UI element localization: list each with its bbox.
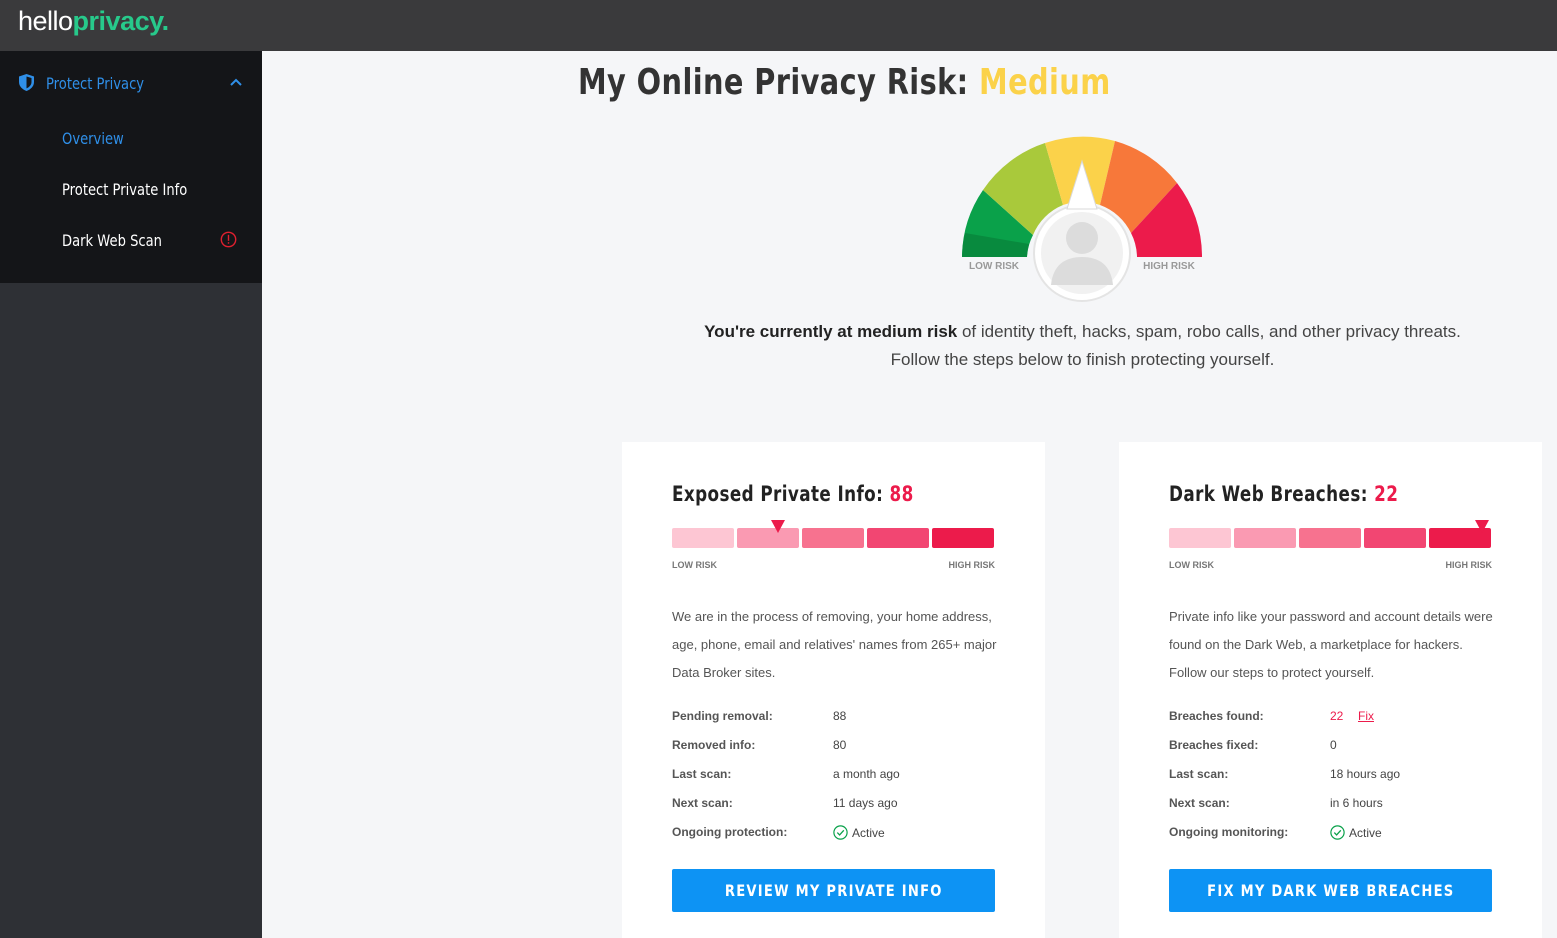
- card-description: Private info like your password and acco…: [1169, 609, 1493, 680]
- stat-row: Pending removal: 88: [672, 709, 847, 723]
- fix-breaches-link[interactable]: Fix: [1358, 709, 1374, 723]
- monitoring-status: Active: [1349, 826, 1382, 840]
- chevron-up-icon: [230, 78, 242, 86]
- risk-segment: [802, 528, 864, 548]
- alert-icon: [220, 231, 237, 248]
- sidebar-item-dark-web-scan[interactable]: Dark Web Scan: [62, 231, 162, 253]
- high-risk-label: HIGH RISK: [1445, 560, 1492, 570]
- stat-row: Breaches found: 22 Fix: [1169, 709, 1374, 723]
- risk-segment: [1364, 528, 1426, 548]
- stat-row: Next scan: 11 days ago: [672, 796, 898, 810]
- stat-row: Last scan: 18 hours ago: [1169, 767, 1401, 781]
- protect-privacy-section-toggle[interactable]: Protect Privacy: [0, 63, 262, 103]
- card-title: Dark Web Breaches: 22: [1169, 482, 1399, 506]
- stat-row: Breaches fixed: 0: [1169, 738, 1337, 752]
- risk-segment: [1169, 528, 1231, 548]
- exposed-count: 88: [889, 482, 914, 506]
- sidebar: Protect Privacy Overview Protect Private…: [0, 51, 262, 938]
- risk-marker-icon: [1475, 520, 1489, 533]
- top-bar: helloprivacy.: [0, 0, 1557, 51]
- risk-segment: [1299, 528, 1361, 548]
- protection-status: Active: [852, 826, 885, 840]
- low-risk-label: LOW RISK: [672, 560, 717, 570]
- stat-row: Ongoing protection: Active: [672, 825, 885, 840]
- gauge-high-label: HIGH RISK: [1143, 261, 1195, 272]
- risk-marker-icon: [771, 520, 785, 533]
- risk-segment: [672, 528, 734, 548]
- gauge-low-label: LOW RISK: [969, 261, 1020, 272]
- fix-dark-web-breaches-button[interactable]: FIX MY DARK WEB BREACHES: [1169, 869, 1492, 912]
- check-circle-icon: [1330, 825, 1345, 840]
- risk-segment: [932, 528, 994, 548]
- stat-row: Last scan: a month ago: [672, 767, 900, 781]
- risk-level: Medium: [979, 62, 1111, 103]
- stat-row: Next scan: in 6 hours: [1169, 796, 1383, 810]
- shield-icon: [19, 74, 34, 91]
- risk-segment: [867, 528, 929, 548]
- low-risk-label: LOW RISK: [1169, 560, 1214, 570]
- exposed-private-info-card: Exposed Private Info: 88 LOW RISK HIGH R…: [622, 442, 1045, 938]
- breaches-count: 22: [1374, 482, 1399, 506]
- card-description: We are in the process of removing, your …: [672, 609, 997, 680]
- risk-bar: [1169, 520, 1492, 548]
- sidebar-nav: Protect Privacy Overview Protect Private…: [0, 51, 262, 283]
- page-title: My Online Privacy Risk: Medium: [578, 62, 1111, 103]
- high-risk-label: HIGH RISK: [948, 560, 995, 570]
- card-title: Exposed Private Info: 88: [672, 482, 914, 506]
- risk-summary: You're currently at medium risk of ident…: [704, 322, 1461, 369]
- risk-segment: [737, 528, 799, 548]
- protect-privacy-label: Protect Privacy: [46, 74, 145, 93]
- review-private-info-button[interactable]: REVIEW MY PRIVATE INFO: [672, 869, 995, 912]
- risk-bar: [672, 520, 995, 548]
- sidebar-item-protect-private-info[interactable]: Protect Private Info: [62, 180, 187, 202]
- hello-privacy-logo[interactable]: helloprivacy.: [18, 6, 169, 37]
- stat-row: Ongoing monitoring: Active: [1169, 825, 1382, 840]
- risk-segment: [1234, 528, 1296, 548]
- dark-web-breaches-card: Dark Web Breaches: 22 LOW RISK HIGH RISK…: [1119, 442, 1542, 938]
- stat-row: Removed info: 80: [672, 738, 847, 752]
- sidebar-item-overview[interactable]: Overview: [62, 129, 124, 151]
- risk-gauge: LOW RISK HIGH RISK: [962, 136, 1203, 302]
- check-circle-icon: [833, 825, 848, 840]
